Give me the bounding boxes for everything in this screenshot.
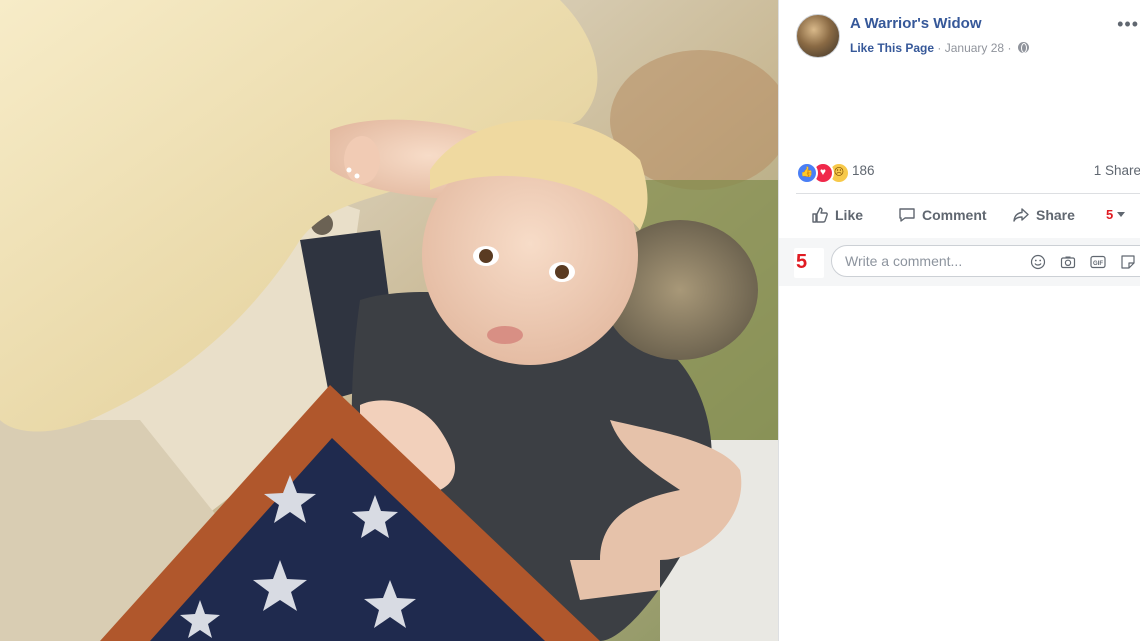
thumbs-up-icon — [812, 207, 828, 223]
comment-icon — [899, 208, 915, 222]
comment-input[interactable]: Write a comment... GIF — [831, 245, 1140, 277]
action-bar: Like Comment Share 5 — [796, 193, 1140, 239]
share-count[interactable]: 1 Share — [1094, 163, 1140, 178]
comment-row: 5 Write a comment... GIF — [779, 238, 1140, 286]
meta-separator: · — [937, 41, 942, 55]
caret-down-icon — [1117, 212, 1126, 217]
post-photo[interactable] — [0, 0, 778, 641]
like-button[interactable]: Like — [811, 206, 863, 224]
like-page-link[interactable]: Like This Page — [850, 41, 934, 55]
share-arrow-icon — [1013, 208, 1029, 222]
share-label: Share — [1036, 207, 1075, 223]
more-options-icon[interactable]: ••• — [1117, 14, 1139, 35]
emoji-icon[interactable] — [1030, 254, 1046, 270]
svg-text:GIF: GIF — [1093, 261, 1103, 267]
photo-illustration — [0, 0, 778, 641]
comment-button[interactable]: Comment — [898, 206, 987, 224]
post-date[interactable]: January 28 — [945, 41, 1004, 55]
meta-separator-2: · — [1007, 41, 1012, 55]
comment-placeholder: Write a comment... — [845, 253, 963, 269]
camera-icon[interactable] — [1060, 254, 1076, 270]
reaction-count[interactable]: 186 — [852, 163, 875, 178]
commenter-avatar-logo: 5 — [796, 251, 808, 273]
page-avatar[interactable] — [796, 14, 840, 58]
globe-icon — [1017, 42, 1029, 53]
gif-icon[interactable]: GIF — [1090, 254, 1106, 270]
page-badge-icon: 5 — [1106, 207, 1114, 222]
commenter-avatar[interactable]: 5 — [794, 248, 824, 278]
page-name-link[interactable]: A Warrior's Widow — [850, 15, 982, 32]
post-side-panel: A Warrior's Widow Like This Page · Janua… — [778, 0, 1140, 641]
comment-label: Comment — [922, 207, 987, 223]
sticker-icon[interactable] — [1120, 254, 1136, 270]
like-icon: 👍 — [796, 162, 818, 184]
post-meta: Like This Page · January 28 · — [850, 41, 1029, 55]
like-label: Like — [835, 207, 864, 223]
share-button[interactable]: Share — [1012, 206, 1075, 224]
post-as-page-selector[interactable]: 5 — [1106, 206, 1126, 222]
